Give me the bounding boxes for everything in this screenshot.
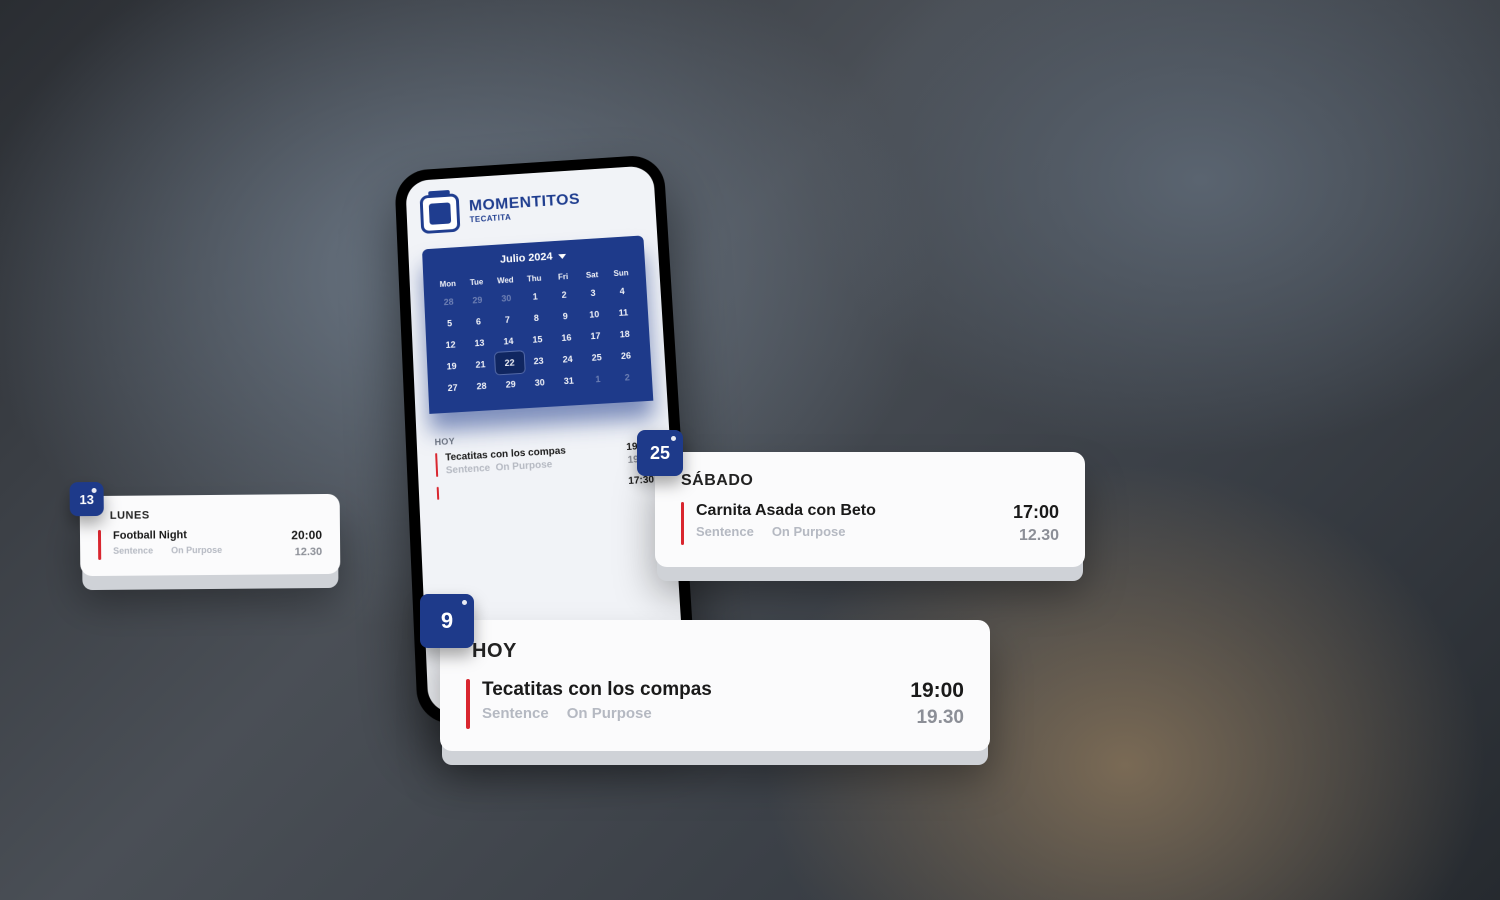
card-day-label: HOY xyxy=(472,640,964,663)
calendar-day[interactable]: 30 xyxy=(525,371,555,394)
calendar-day[interactable]: 11 xyxy=(608,301,638,324)
agenda-item[interactable]: Tecatitas con los compasSentence On Purp… xyxy=(435,441,653,477)
agenda-time-end xyxy=(629,487,655,488)
accent-bar xyxy=(435,453,438,477)
calendar-day[interactable]: 7 xyxy=(492,308,522,331)
calendar-day[interactable]: 16 xyxy=(551,326,581,349)
calendar-day[interactable]: 22 xyxy=(495,351,525,374)
event-title: Football Night xyxy=(113,528,279,541)
agenda-item[interactable]: 17:30 xyxy=(437,474,655,499)
event-time: 19:00 xyxy=(910,679,964,703)
calendar-day[interactable]: 6 xyxy=(464,310,494,333)
calendar-day[interactable]: 30 xyxy=(491,287,521,310)
event-card-lunes[interactable]: 13 LUNES Football Night SentenceOn Purpo… xyxy=(80,494,341,576)
event-time-end: 12.30 xyxy=(1013,527,1059,545)
calendar-day[interactable]: 9 xyxy=(550,305,580,328)
calendar-grid[interactable]: 2829301234567891011121314151617181921222… xyxy=(434,280,643,400)
calendar-day[interactable]: 26 xyxy=(611,344,641,367)
wordmark: MOMENTITOS TECATITA xyxy=(469,192,581,224)
event-time-end: 12.30 xyxy=(291,546,322,558)
event-title: Tecatitas con los compas xyxy=(482,679,898,701)
event-time: 20:00 xyxy=(291,528,322,542)
calendar-day[interactable]: 19 xyxy=(437,355,467,378)
calendar-day[interactable]: 2 xyxy=(549,283,579,306)
calendar-day[interactable]: 23 xyxy=(524,349,554,372)
event-row[interactable]: Football Night SentenceOn Purpose 20:00 … xyxy=(98,528,322,560)
date-badge: 25 xyxy=(637,430,683,476)
calendar-day[interactable]: 25 xyxy=(582,346,612,369)
calendar-day[interactable]: 5 xyxy=(435,312,465,335)
agenda-time: 17:30 xyxy=(628,474,654,486)
month-label: Julio 2024 xyxy=(500,251,553,266)
date-badge: 13 xyxy=(70,482,104,516)
calendar-day[interactable]: 1 xyxy=(583,367,613,390)
accent-bar xyxy=(437,487,440,500)
calendar-day[interactable]: 8 xyxy=(521,306,551,329)
calendar-day[interactable]: 28 xyxy=(467,374,497,397)
event-row[interactable]: Tecatitas con los compas SentenceOn Purp… xyxy=(466,679,964,729)
agenda-panel: HOY Tecatitas con los compasSentence On … xyxy=(416,410,673,511)
calendar-day[interactable]: 4 xyxy=(607,280,637,303)
calendar-day[interactable]: 21 xyxy=(466,353,496,376)
event-time: 17:00 xyxy=(1013,502,1059,523)
event-card-sabado[interactable]: 25 SÁBADO Carnita Asada con Beto Sentenc… xyxy=(655,452,1085,567)
event-card-hoy[interactable]: 9 HOY Tecatitas con los compas SentenceO… xyxy=(440,620,990,751)
calendar-day[interactable]: 29 xyxy=(496,373,526,396)
accent-bar xyxy=(681,502,684,545)
calendar-day[interactable]: 13 xyxy=(465,331,495,354)
calendar-day[interactable]: 15 xyxy=(522,328,552,351)
card-day-label: SÁBADO xyxy=(681,472,1059,490)
calendar-day[interactable]: 10 xyxy=(579,303,609,326)
event-title: Carnita Asada con Beto xyxy=(696,502,1001,520)
calendar-day[interactable]: 2 xyxy=(612,366,643,389)
calendar-day[interactable]: 18 xyxy=(609,323,639,346)
calendar-day[interactable]: 24 xyxy=(553,348,583,371)
date-badge: 9 xyxy=(420,594,474,648)
event-row[interactable]: Carnita Asada con Beto SentenceOn Purpos… xyxy=(681,502,1059,545)
event-time-end: 19.30 xyxy=(910,707,964,729)
accent-bar xyxy=(98,530,101,560)
calendar-day[interactable]: 12 xyxy=(436,333,466,356)
calendar-day[interactable]: 14 xyxy=(493,330,523,353)
app-brand: MOMENTITOS TECATITA xyxy=(405,165,657,244)
calendar-day[interactable]: 1 xyxy=(520,285,550,308)
chevron-down-icon xyxy=(558,253,566,258)
calendar-day[interactable]: 28 xyxy=(434,290,464,313)
calendar-day[interactable]: 31 xyxy=(554,369,584,392)
agenda-sub xyxy=(447,478,621,499)
calendar-icon xyxy=(420,193,461,234)
calendar-day[interactable]: 17 xyxy=(580,324,610,347)
accent-bar xyxy=(466,679,470,729)
calendar-day[interactable]: 3 xyxy=(578,281,608,304)
calendar-day[interactable]: 29 xyxy=(463,289,493,312)
calendar-widget: Julio 2024 MonTueWedThuFriSatSun 2829301… xyxy=(422,235,653,414)
card-day-label: LUNES xyxy=(110,508,322,522)
calendar-day[interactable]: 27 xyxy=(438,376,468,399)
